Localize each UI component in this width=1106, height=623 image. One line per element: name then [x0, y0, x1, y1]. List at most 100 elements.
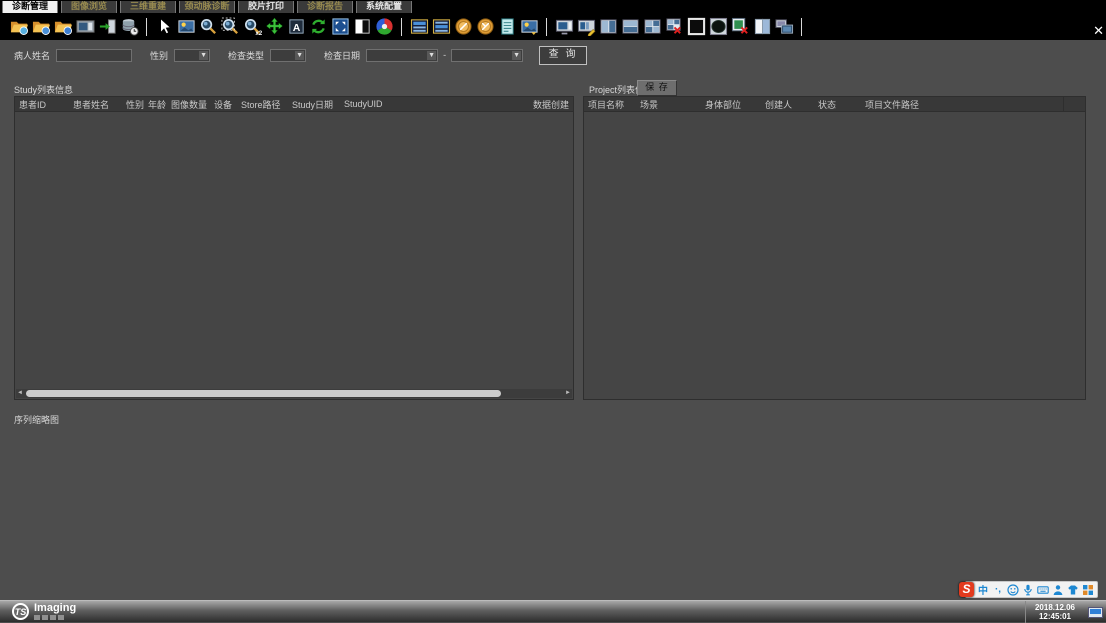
toolbar: x2 A [0, 13, 1106, 40]
open-folder-settings-icon[interactable] [8, 16, 30, 38]
open-folder-query-icon[interactable] [30, 16, 52, 38]
study-column-0[interactable]: 患者ID [15, 98, 69, 111]
roi-delete-icon[interactable] [729, 16, 751, 38]
ime-toolbox-icon[interactable] [1082, 583, 1094, 596]
text-annotation-icon[interactable]: A [285, 16, 307, 38]
exam-date-to-select[interactable]: ▼ [451, 49, 523, 62]
search-form: 病人姓名 性别 ▼ 检查类型 ▼ 检查日期 ▼ - ▼ 查 询 [14, 46, 587, 64]
scroll-thumb[interactable] [26, 390, 501, 397]
date-range-separator: - [443, 50, 446, 60]
project-table-body [584, 111, 1085, 399]
open-folder-local-icon[interactable] [52, 16, 74, 38]
study-column-9[interactable]: 数据创建 [523, 98, 573, 111]
zoom-region-icon[interactable] [219, 16, 241, 38]
layout-two-row-icon[interactable] [619, 16, 641, 38]
project-column-6[interactable] [1063, 97, 1085, 111]
tab-diagnosis-report[interactable]: 诊断报告 [297, 1, 353, 13]
roi-ellipse-icon[interactable] [707, 16, 729, 38]
layout-monitor-icon[interactable] [553, 16, 575, 38]
cursor-icon[interactable] [153, 16, 175, 38]
ime-person-icon[interactable] [1052, 583, 1064, 596]
study-column-5[interactable]: 设备 [210, 98, 237, 111]
logo-text: Imaging [34, 603, 76, 614]
svg-text:x2: x2 [255, 30, 262, 36]
ime-bar: S 中·, [965, 581, 1098, 598]
scroll-track[interactable] [24, 389, 564, 398]
layout-close-icon[interactable] [663, 16, 685, 38]
study-column-3[interactable]: 年龄 [144, 98, 167, 111]
measure-icon[interactable] [452, 16, 474, 38]
ime-emoji-icon[interactable] [1007, 583, 1019, 596]
project-column-1[interactable]: 场景 [636, 98, 701, 111]
window-level-icon[interactable] [175, 16, 197, 38]
roi-rectangle-icon[interactable] [685, 16, 707, 38]
ime-punctuation-icon[interactable]: ·, [992, 583, 1004, 596]
exam-date-from-select[interactable]: ▼ [366, 49, 438, 62]
study-column-1[interactable]: 患者姓名 [69, 98, 122, 111]
tab-3d-reconstruction[interactable]: 三维重建 [120, 1, 176, 13]
project-column-0[interactable]: 项目名称 [584, 98, 636, 111]
taskbar-clock[interactable]: 2018.12.06 12:45:01 [1025, 601, 1084, 623]
ime-keyboard-icon[interactable] [1037, 583, 1049, 596]
ime-logo-icon[interactable]: S [959, 582, 974, 597]
save-image-icon[interactable] [518, 16, 540, 38]
measure-angle-icon[interactable] [474, 16, 496, 38]
layout-monitor-edit-icon[interactable] [575, 16, 597, 38]
film-view-icon[interactable] [74, 16, 96, 38]
export-study-icon[interactable] [96, 16, 118, 38]
toolbar-separator [546, 18, 547, 36]
show-desktop-icon[interactable] [1088, 605, 1103, 616]
study-column-4[interactable]: 图像数量 [167, 98, 210, 111]
study-column-6[interactable]: Store路径 [237, 98, 288, 111]
study-hscrollbar: ◄ ► [16, 389, 572, 398]
query-button[interactable]: 查 询 [539, 46, 587, 65]
chevron-down-icon: ▼ [295, 51, 304, 60]
toolbar-separator [801, 18, 802, 36]
study-column-2[interactable]: 性别 [122, 98, 144, 111]
patient-name-input[interactable] [56, 49, 132, 62]
scroll-left-icon[interactable]: ◄ [16, 389, 24, 398]
cine-scroll-icon[interactable] [408, 16, 430, 38]
tab-diagnosis-management[interactable]: 诊断管理 [2, 1, 58, 13]
ime-mode-chinese-icon[interactable]: 中 [977, 583, 989, 596]
project-column-2[interactable]: 身体部位 [701, 98, 761, 111]
project-column-3[interactable]: 创建人 [761, 98, 814, 111]
zoom-icon[interactable] [197, 16, 219, 38]
chevron-down-icon: ▼ [199, 51, 208, 60]
tab-carotid-diagnosis[interactable]: 颈动脉诊断 [179, 1, 235, 13]
study-column-8[interactable]: StudyUID [340, 99, 523, 109]
gender-label: 性别 [150, 49, 168, 62]
tab-image-browse[interactable]: 图像浏览 [61, 1, 117, 13]
project-column-5[interactable]: 项目文件路径 [861, 98, 1063, 111]
report-doc-icon[interactable] [496, 16, 518, 38]
project-table-header: 项目名称场景身体部位创建人状态项目文件路径 [584, 97, 1085, 112]
tab-film-print[interactable]: 胶片打印 [238, 1, 294, 13]
scroll-right-icon[interactable]: ► [564, 389, 572, 398]
app-logo: TS Imaging [12, 603, 76, 620]
gender-select[interactable]: ▼ [174, 49, 210, 62]
app-window: { "window": { "close_glyph": "✕" }, "tab… [0, 0, 1106, 622]
ime-voice-icon[interactable] [1022, 583, 1034, 596]
cine-multi-icon[interactable] [773, 16, 795, 38]
patient-name-label: 病人姓名 [14, 49, 50, 62]
svg-text:A: A [292, 23, 300, 34]
database-archive-icon[interactable] [118, 16, 140, 38]
close-icon[interactable]: ✕ [1093, 24, 1104, 37]
exam-type-select[interactable]: ▼ [270, 49, 306, 62]
tab-system-config[interactable]: 系统配置 [356, 1, 412, 13]
fit-window-icon[interactable] [329, 16, 351, 38]
zoom-x2-icon[interactable]: x2 [241, 16, 263, 38]
study-column-7[interactable]: Study日期 [288, 98, 340, 111]
refresh-icon[interactable] [307, 16, 329, 38]
split-vertical-icon[interactable] [751, 16, 773, 38]
cine-loop-icon[interactable] [430, 16, 452, 38]
layout-grid-icon[interactable] [641, 16, 663, 38]
color-palette-icon[interactable] [373, 16, 395, 38]
layout-two-column-icon[interactable] [597, 16, 619, 38]
save-button[interactable]: 保 存 [637, 80, 677, 96]
chevron-down-icon: ▼ [427, 51, 436, 60]
project-column-4[interactable]: 状态 [814, 98, 861, 111]
ime-skin-icon[interactable] [1067, 583, 1079, 596]
invert-icon[interactable] [351, 16, 373, 38]
pan-icon[interactable] [263, 16, 285, 38]
